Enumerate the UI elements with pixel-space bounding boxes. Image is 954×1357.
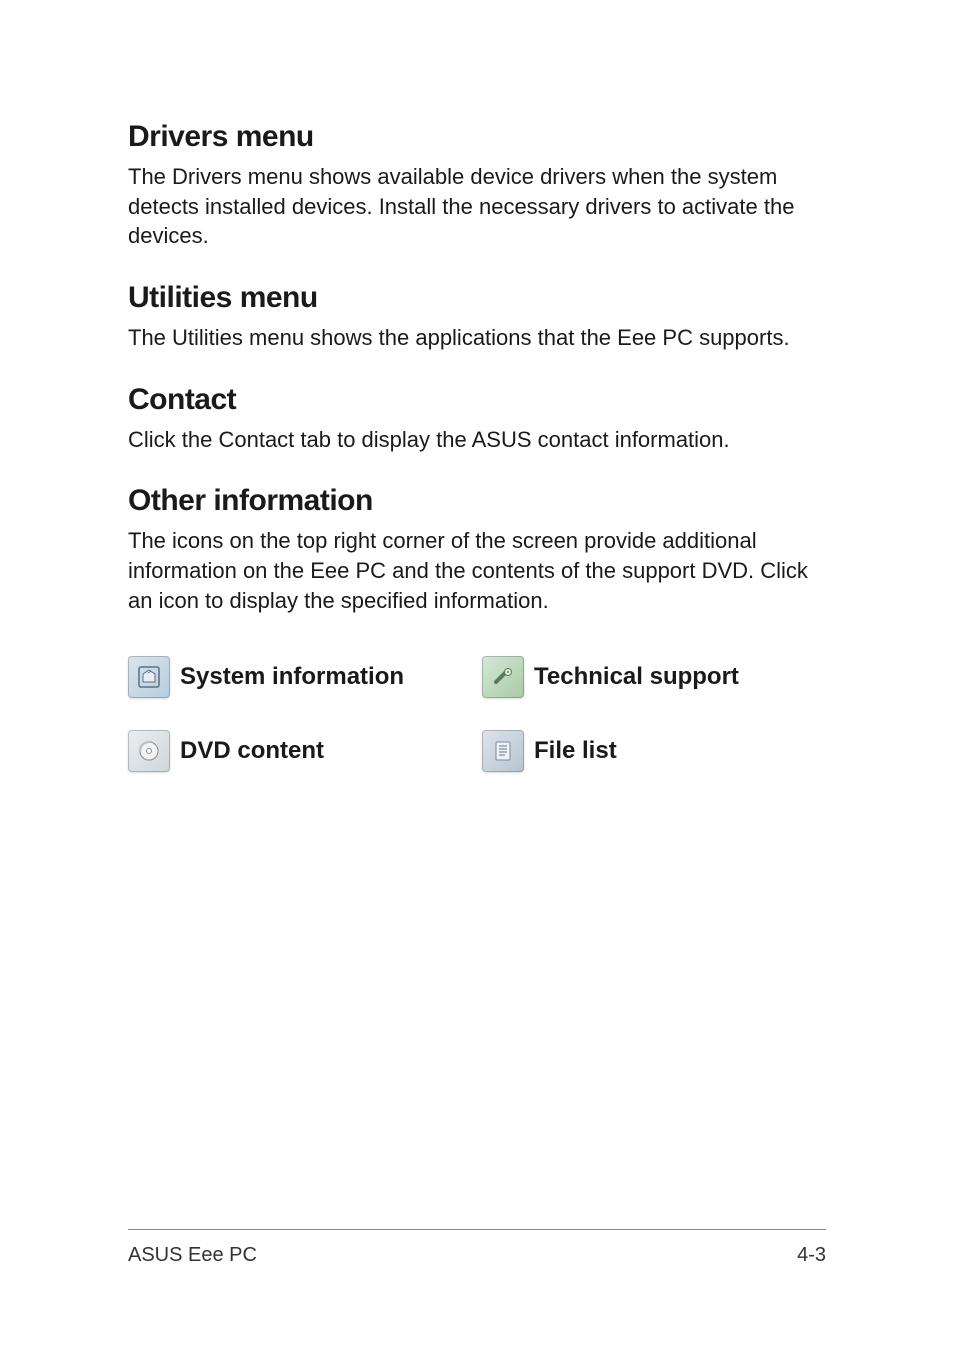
- icon-grid: System information Technical support: [128, 656, 826, 772]
- body-drivers-menu: The Drivers menu shows available device …: [128, 162, 826, 251]
- icon-label-technical-support: Technical support: [534, 663, 739, 691]
- dvd-content-icon[interactable]: [128, 730, 170, 772]
- page-content: Drivers menu The Drivers menu shows avai…: [0, 0, 954, 772]
- heading-contact: Contact: [128, 383, 826, 417]
- technical-support-icon[interactable]: [482, 656, 524, 698]
- body-other-information: The icons on the top right corner of the…: [128, 526, 826, 615]
- body-contact: Click the Contact tab to display the ASU…: [128, 425, 826, 455]
- icon-label-dvd-content: DVD content: [180, 737, 324, 765]
- footer-page-number: 4-3: [797, 1244, 826, 1267]
- icon-label-system-information: System information: [180, 663, 404, 691]
- page-footer: ASUS Eee PC 4-3: [128, 1229, 826, 1267]
- icon-item-technical-support: Technical support: [482, 656, 826, 698]
- file-list-icon[interactable]: [482, 730, 524, 772]
- icon-item-system-information: System information: [128, 656, 472, 698]
- footer-product-name: ASUS Eee PC: [128, 1244, 257, 1267]
- icon-label-file-list: File list: [534, 737, 617, 765]
- heading-drivers-menu: Drivers menu: [128, 120, 826, 154]
- icon-item-file-list: File list: [482, 730, 826, 772]
- heading-other-information: Other information: [128, 484, 826, 518]
- icon-item-dvd-content: DVD content: [128, 730, 472, 772]
- heading-utilities-menu: Utilities menu: [128, 281, 826, 315]
- system-information-icon[interactable]: [128, 656, 170, 698]
- body-utilities-menu: The Utilities menu shows the application…: [128, 323, 826, 353]
